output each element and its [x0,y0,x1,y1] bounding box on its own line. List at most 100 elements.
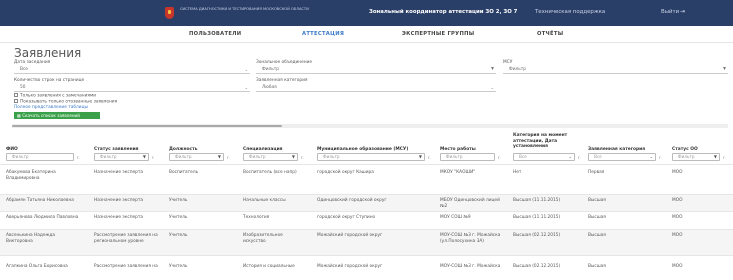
cell-fio: Аверьянова Людмила Павловна [6,215,79,220]
page-title: Заявления [14,46,82,60]
col-header-oo-status[interactable]: Статус ОО [672,147,698,153]
region-emblem-icon [165,7,174,19]
cell-specialization: История и социальные [243,264,295,269]
table-row[interactable]: Абакумова Екатерина Владимировна Назначе… [0,164,733,194]
logout-link[interactable]: Выйти [661,9,679,15]
cell-msu: Одинцовский городской округ [317,198,387,203]
cell-workplace: МОУ-СОШ №3 г. Можайска (ул.Полосухина 3А… [440,233,501,244]
nav-users[interactable]: ПОЛЬЗОВАТЕЛИ [189,31,241,37]
clear-filter-icon[interactable]: r. [152,155,155,160]
cell-current-category: Высшая (02.12.2015) [513,233,561,238]
cell-fio: Авсенькина Надежда Викторовна [6,233,55,244]
table-row[interactable]: Агапкина Ольга Борисовна Рассмотрение за… [0,255,733,280]
filter-msu[interactable]: Фильтр ▼ [317,153,425,161]
nav-expert-groups[interactable]: ЭКСПЕРТНЫЕ ГРУППЫ [402,31,474,37]
filter-claimed-category[interactable]: Все ⌄ [588,153,656,161]
msu-select-value: Фильтр [509,67,527,72]
rows-select-value: 50 [20,85,26,90]
cell-status: Назначение эксперта [94,198,144,203]
cell-claimed-category: Высшая [588,233,606,238]
clear-filter-icon[interactable]: r. [659,155,662,160]
rows-label: Количество строк на странице [14,78,85,83]
filter-current-category[interactable]: Все ⌄ [513,153,575,161]
cell-workplace: МБОУ Одинцовский лицей №2 [440,198,500,209]
clear-filter-icon[interactable]: r. [498,155,501,160]
nav-reports[interactable]: ОТЧЁТЫ [537,31,563,37]
cell-workplace: МОУ-СОШ №3 г. Можайска [440,264,501,269]
cell-specialization: Изобразительное искусство [243,233,283,244]
col-header-status[interactable]: Статус заявления [94,147,139,153]
msu-select[interactable]: Фильтр ▾ [503,65,728,74]
filter-position[interactable]: Фильтр ▼ [169,153,224,161]
cell-current-category: Высшая (11.11.2015) [513,198,561,203]
clear-filter-icon[interactable]: r. [301,155,304,160]
checkbox-icon[interactable] [14,99,18,103]
table-row[interactable]: Авсенькина Надежда Викторовна Рассмотрен… [0,229,733,255]
cell-fio: Абрамян Татьяна Николаевна [6,198,74,203]
filter-workplace[interactable]: Фильтр [440,153,495,161]
user-role: Зональный координатор аттестации ЗО 2, З… [369,9,518,15]
download-list-button[interactable]: ▦ Скачать список заявлений [14,112,100,119]
download-list-label: Скачать список заявлений [22,113,80,118]
col-header-fio[interactable]: ФИО [6,147,18,153]
cell-oo-status: МОО [672,198,683,203]
category-select[interactable]: Любая ⌄ [256,84,496,92]
only-comments-checkbox[interactable]: Только заявления с замечаниями [14,93,96,99]
chevron-down-icon: ⌄ [490,85,494,90]
cell-position: Учитель [169,233,188,238]
cell-position: Учитель [169,264,188,269]
cell-oo-status: МОО [672,264,683,269]
filter-oo-status[interactable]: Фильтр ▼ [672,153,720,161]
clear-filter-icon[interactable]: r. [227,155,230,160]
cell-status: Рассмотрение заявления на региональном у… [94,233,158,244]
col-header-claimed-category[interactable]: Заявленная категория [588,147,645,153]
date-select[interactable]: Все ⌄ [14,66,250,74]
cell-msu: городской округ Кашира [317,170,374,175]
nav-attestation[interactable]: АТТЕСТАЦИЯ [302,31,344,37]
clear-filter-icon[interactable]: r. [723,155,726,160]
col-header-position[interactable]: Должность [169,147,198,153]
table-row[interactable]: Абрамян Татьяна Николаевна Назначение эк… [0,194,733,211]
zone-select[interactable]: Фильтр ▾ [256,65,496,74]
cell-workplace: МКОУ "КАОШИ" [440,170,476,175]
col-header-workplace[interactable]: Место работы [440,147,476,153]
filter-current-category-value: Все [519,154,527,159]
filter-oo-status-value: Фильтр [678,154,695,159]
table-row[interactable]: Аверьянова Людмила Павловна Назначение э… [0,211,733,229]
cell-msu: городской округ Ступино [317,215,376,220]
col-header-specialization[interactable]: Специализация [243,147,282,153]
zone-label: Зональное объединение [256,60,312,65]
cell-fio: Агапкина Ольга Борисовна [6,264,68,269]
clear-filter-icon[interactable]: r. [578,155,581,160]
dropdown-arrow-icon: ▼ [291,154,295,159]
only-recalled-checkbox[interactable]: Показывать только отозванные заявления [14,99,117,105]
cell-oo-status: МОО [672,215,683,220]
filter-msu-value: Фильтр [323,154,340,159]
rows-select[interactable]: 50 ⌄ [14,84,250,92]
cell-current-category: Высшая (02.12.2015) [513,264,561,269]
clear-filter-icon[interactable]: r. [428,155,431,160]
chevron-down-icon: ⌄ [244,85,248,90]
dropdown-arrow-icon: ▼ [217,154,221,159]
zone-select-value: Фильтр [262,67,280,72]
only-recalled-label: Показывать только отозванные заявления [20,99,118,105]
cell-msu: Можайский городской округ [317,233,383,238]
cell-claimed-category: Высшая [588,198,606,203]
col-header-current-category[interactable]: Категория на момент аттестации, Дата уст… [513,133,583,150]
checkbox-icon[interactable] [14,93,18,97]
cell-status: Рассмотрение заявления на [94,264,158,269]
cell-current-category: Высшая (11.11.2015) [513,215,561,220]
logout-icon[interactable]: ⇥ [680,8,685,15]
only-comments-label: Только заявления с замечаниями [20,93,97,99]
msu-label: МСУ [503,60,513,65]
clear-filter-icon[interactable]: r. [77,155,80,160]
filter-specialization[interactable]: Фильтр ▼ [243,153,298,161]
filter-fio[interactable]: Фильтр [6,153,74,161]
col-header-msu[interactable]: Муниципальное образование (МСУ) [317,147,408,153]
support-link[interactable]: Техническая поддержка [535,9,605,15]
cell-specialization: Технология [243,215,270,220]
cell-current-category: Нет [513,170,522,175]
filter-status[interactable]: Фильтр ▼ [94,153,149,161]
scrollbar-thumb[interactable] [12,125,282,127]
full-table-link[interactable]: Полное представление таблицы [14,105,88,110]
